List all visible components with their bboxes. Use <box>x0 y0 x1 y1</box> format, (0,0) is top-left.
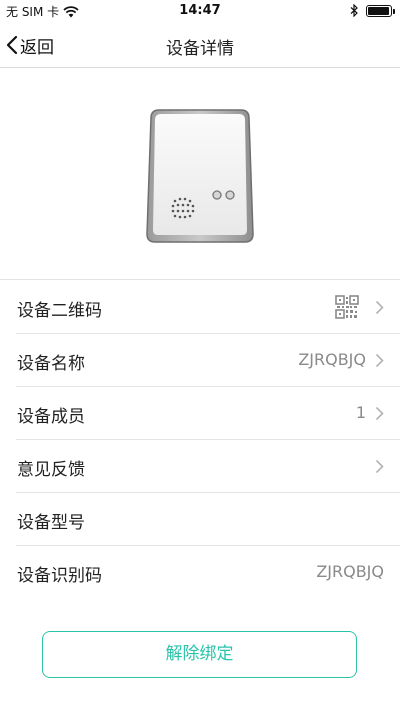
chevron-right-icon <box>375 459 384 474</box>
chevron-right-icon <box>375 353 384 368</box>
row-label: 意见反馈 <box>17 460 85 480</box>
status-right <box>350 4 395 17</box>
nav-bar: 返回 设备详情 <box>0 22 400 68</box>
row-device-id-code: 设备识别码 ZJRQBJQ <box>16 546 400 599</box>
status-bar: 无 SIM 卡 14:47 <box>0 0 400 22</box>
chevron-right-icon <box>375 300 384 315</box>
row-device-members[interactable]: 设备成员 1 <box>16 387 400 440</box>
battery-icon <box>366 4 395 17</box>
row-label: 设备型号 <box>17 513 85 533</box>
row-label: 设备识别码 <box>17 566 102 586</box>
row-label: 设备二维码 <box>17 301 102 321</box>
battery-fill <box>368 6 389 15</box>
device-image-area <box>0 68 400 280</box>
row-label: 设备名称 <box>17 354 85 374</box>
row-feedback[interactable]: 意见反馈 <box>16 440 400 493</box>
unbind-button[interactable]: 解除绑定 <box>42 631 357 678</box>
qr-code-icon <box>335 295 359 319</box>
status-time: 14:47 <box>179 3 221 18</box>
chevron-right-icon <box>375 406 384 421</box>
row-value: 1 <box>355 403 366 422</box>
row-value: ZJRQBJQ <box>316 562 384 581</box>
row-value: ZJRQBJQ <box>298 350 366 369</box>
row-device-name[interactable]: 设备名称 ZJRQBJQ <box>16 334 400 387</box>
row-label: 设备成员 <box>17 407 85 427</box>
device-sensor-icon <box>146 109 254 243</box>
row-device-model: 设备型号 <box>16 493 400 546</box>
page-title: 设备详情 <box>166 39 234 59</box>
bluetooth-icon <box>350 4 358 17</box>
row-device-qr-code[interactable]: 设备二维码 <box>16 281 400 334</box>
device-detail-list: 设备二维码 设备名称 ZJRQBJQ 设备成员 1 意见反馈 设备型号 设备识别… <box>0 281 400 599</box>
